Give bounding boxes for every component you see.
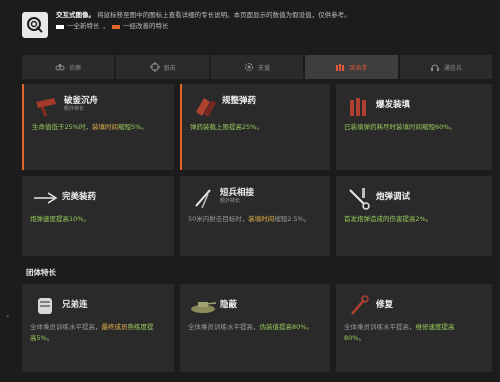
legend-separator: ， (102, 22, 110, 30)
desc-highlight: 最终成员 (101, 323, 128, 331)
desc-text: 全体乘员训练水平提高， (30, 323, 102, 331)
desc-text: 炮弹速度提高10%。 (30, 215, 90, 223)
ammo-rack-icon (196, 98, 216, 117)
desc-text: 伪装值提高80%。 (259, 323, 313, 331)
intro-text: 交互式图像。 将鼠标移至图中的图标上查看详细的专长说明。本页面显示的数值为假设值… (56, 10, 488, 32)
legend-improved: 一经改善的特长 (123, 22, 169, 30)
crossed-swords-icon (195, 189, 211, 209)
perk-description: 全体乘员训练水平提高，最终成员熟练度提高5%。 (30, 322, 158, 344)
team-perk-card[interactable]: 兄弟连 全体乘员训练水平提高，最终成员熟练度提高5%。 (22, 284, 174, 372)
repair-wrench-icon (351, 295, 369, 315)
perk-description: 炮弹速度提高10%。 (30, 214, 158, 225)
desc-text: 首发炮弹造成的伤害提高2%。 (344, 215, 433, 223)
camo-tank-icon (191, 302, 217, 313)
perk-card[interactable]: 规整弹药 弹药装载上限提高25%。 (180, 84, 330, 170)
headset-icon (430, 64, 439, 71)
tab-label: 狙击 (163, 64, 176, 72)
desc-text: 已装填弹药耗尽时装填时间缩短60%。 (344, 123, 456, 131)
team-perk-card[interactable]: 隐蔽 全体乘员训练水平提高，伪装值提高80%。 (180, 284, 330, 372)
perk-card[interactable]: 短兵相接 额外特长 50米内射击目标时，装填时间缩短2.5%。 (180, 176, 330, 256)
perk-title: 完美装药 (62, 192, 97, 202)
wrench-shell-icon (349, 188, 370, 210)
class-tabs: 侦察 狙击 支援 突击手 通信兵 (22, 55, 493, 79)
legend: 一全新特长 ， 一经改善的特长 (56, 21, 488, 32)
perk-description: 首发炮弹造成的伤害提高2%。 (344, 214, 472, 225)
perk-title: 隐蔽 (220, 300, 238, 310)
desc-text: 弹药装载上限提高25%。 (190, 123, 263, 131)
new-perk-swatch (56, 24, 64, 29)
perk-title: 兄弟连 (62, 300, 88, 310)
tab-label: 突击手 (349, 64, 368, 72)
desc-text: 缩短5%。 (117, 123, 148, 131)
perk-title: 规整弹药 (222, 96, 257, 106)
logo-icon (22, 12, 48, 38)
legend-new: 一全新特长 (67, 22, 100, 30)
tab-scout[interactable]: 侦察 (22, 55, 115, 79)
perk-description: 已装填弹药耗尽时装填时间缩短60%。 (344, 122, 472, 133)
desc-highlight: 装填时间 (91, 123, 118, 131)
perk-title: 修复 (376, 300, 394, 310)
perk-description: 50米内射击目标时，装填时间缩短2.5%。 (188, 214, 316, 225)
perk-card[interactable]: 炮弹调试 首发炮弹造成的伤害提高2%。 (336, 176, 492, 256)
perk-title: 炮弹调试 (376, 192, 411, 202)
improved-perk-swatch (112, 24, 120, 29)
header: 交互式图像。 将鼠标移至图中的图标上查看详细的专长说明。本页面显示的数值为假设值… (22, 8, 492, 52)
perk-card[interactable]: 爆发装填 已装填弹药耗尽时装填时间缩短60%。 (336, 84, 492, 170)
gear-icon (245, 63, 253, 71)
ammo-icon (336, 64, 345, 71)
tab-label: 支援 (258, 64, 271, 72)
perk-card[interactable]: 完美装药 炮弹速度提高10%。 (22, 176, 174, 256)
tab-label: 通信兵 (443, 64, 462, 72)
arrow-shot-icon (34, 192, 58, 204)
perk-title: 爆发装填 (376, 100, 411, 110)
desc-text: 生命值低于25%时， (32, 123, 92, 131)
perk-description: 全体乘员训练水平提高，伪装值提高80%。 (188, 322, 316, 333)
scroll-left-icon[interactable]: ‹ (6, 312, 10, 322)
perk-subtitle: 额外特长 (220, 198, 241, 204)
tab-signal[interactable]: 通信兵 (399, 55, 493, 79)
intro-body: 将鼠标移至图中的图标上查看详细的专长说明。本页面显示的数值为假设值，仅供参考。 (97, 11, 351, 19)
desc-text: 缩短2.5%。 (274, 215, 311, 223)
desc-text: 50米内射击目标时， (188, 215, 249, 223)
intro-title: 交互式图像。 (56, 11, 95, 19)
tab-assault[interactable]: 突击手 (305, 55, 398, 79)
binoculars-icon (55, 64, 65, 71)
perk-description: 弹药装载上限提高25%。 (190, 122, 318, 133)
section-title: 团体特长 (26, 268, 56, 277)
fist-icon (38, 298, 52, 314)
tab-support[interactable]: 支援 (210, 55, 304, 79)
tab-label: 侦察 (69, 64, 82, 72)
perk-subtitle: 额外特长 (64, 106, 85, 112)
desc-text: 全体乘员训练水平提高， (188, 323, 260, 331)
team-perk-card[interactable]: 修复 全体乘员训练水平提高，维修速度提高80%。 (336, 284, 492, 372)
desc-text: 全体乘员训练水平提高， (344, 323, 416, 331)
crosshair-icon (149, 62, 160, 72)
perk-card[interactable]: 破釜沉舟 额外特长 生命值低于25%时，装填时间缩短5%。 (22, 84, 174, 170)
perk-description: 生命值低于25%时，装填时间缩短5%。 (32, 122, 160, 133)
desc-highlight: 装填时间 (248, 215, 275, 223)
tab-sniper[interactable]: 狙击 (116, 55, 209, 79)
shells-icon (350, 98, 366, 116)
perk-description: 全体乘员训练水平提高，维修速度提高80%。 (344, 322, 472, 344)
sledge-icon (36, 98, 56, 117)
